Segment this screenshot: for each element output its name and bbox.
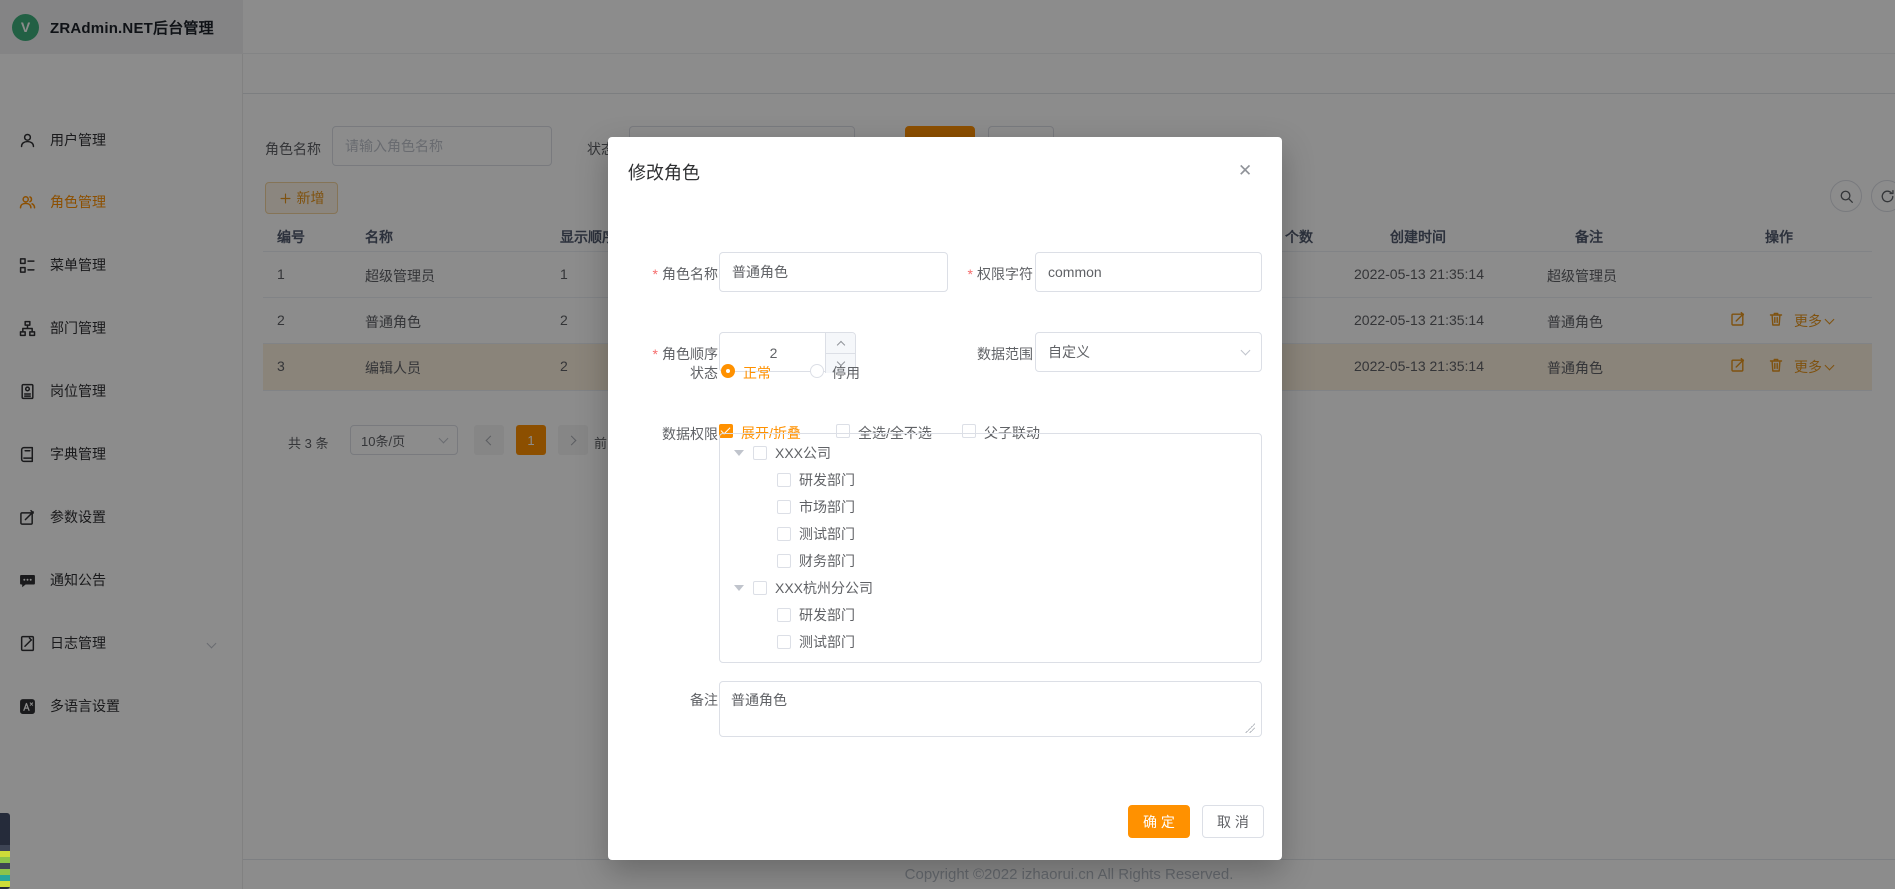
tree-node-label: XXX公司 (775, 443, 831, 463)
tree-node-label: 研发部门 (799, 470, 855, 490)
tree-node-label: 市场部门 (799, 497, 855, 517)
role-name-input[interactable]: 普通角色 (719, 252, 948, 292)
tree-checkbox[interactable] (777, 473, 791, 487)
dev-widget (0, 813, 10, 889)
tree-caret-down-icon[interactable] (734, 585, 744, 591)
tree-node-label: 测试部门 (799, 524, 855, 544)
dialog-close-icon[interactable]: ✕ (1238, 161, 1252, 181)
select-value: 自定义 (1048, 342, 1090, 362)
stepper-up-button[interactable] (825, 333, 855, 353)
role-name-label: 角色名称 (628, 264, 718, 284)
department-tree: XXX公司 研发部门 市场部门 测试部门 财务部门 XXX杭州分公司 (719, 433, 1262, 663)
textarea-resize-grip[interactable] (1245, 723, 1255, 733)
tree-node-company[interactable]: XXX杭州分公司 (720, 574, 1261, 601)
chevron-up-icon (836, 340, 844, 348)
data-perm-label: 数据权限 (628, 424, 718, 444)
tree-checkbox[interactable] (777, 635, 791, 649)
tree-node-label: 测试部门 (799, 632, 855, 652)
perm-char-input[interactable]: common (1035, 252, 1262, 292)
tree-checkbox[interactable] (777, 500, 791, 514)
chevron-down-icon (1241, 346, 1251, 356)
tree-checkbox[interactable] (753, 581, 767, 595)
tree-node-label: XXX杭州分公司 (775, 578, 873, 598)
tree-node-company[interactable]: XXX公司 (720, 439, 1261, 466)
data-scope-select[interactable]: 自定义 (1035, 332, 1262, 372)
cancel-button[interactable]: 取 消 (1202, 805, 1264, 838)
status-option-disabled[interactable]: 停用 (832, 363, 860, 383)
status-label: 状态 (628, 363, 718, 383)
tree-checkbox[interactable] (777, 527, 791, 541)
tree-node-dept[interactable]: 研发部门 (720, 466, 1261, 493)
edit-role-dialog: 修改角色 ✕ 角色名称 普通角色 权限字符 common 角色顺序 2 数据范围… (608, 137, 1282, 860)
confirm-button[interactable]: 确 定 (1128, 805, 1190, 838)
tree-checkbox[interactable] (777, 608, 791, 622)
tree-node-label: 研发部门 (799, 605, 855, 625)
tree-checkbox[interactable] (777, 554, 791, 568)
remark-textarea[interactable]: 普通角色 (719, 681, 1262, 737)
data-scope-label: 数据范围 (953, 344, 1033, 364)
status-radio-disabled[interactable] (810, 364, 824, 378)
input-value: common (1048, 264, 1102, 280)
perm-char-label: 权限字符 (953, 264, 1033, 284)
remark-label: 备注 (628, 690, 718, 710)
tree-caret-down-icon[interactable] (734, 450, 744, 456)
tree-node-label: 财务部门 (799, 551, 855, 571)
tree-node-dept[interactable]: 测试部门 (720, 520, 1261, 547)
tree-checkbox[interactable] (753, 446, 767, 460)
tree-node-dept[interactable]: 研发部门 (720, 601, 1261, 628)
tree-node-dept[interactable]: 财务部门 (720, 547, 1261, 574)
app-window: V ZRAdmin.NET后台管理 控制台 系统管理 系统监控 系统工具 官网地… (0, 0, 1895, 889)
tree-node-dept[interactable]: 测试部门 (720, 628, 1261, 655)
role-order-label: 角色顺序 (628, 344, 718, 364)
dialog-title: 修改角色 (628, 159, 700, 185)
status-option-normal[interactable]: 正常 (743, 363, 771, 383)
tree-node-dept[interactable]: 市场部门 (720, 493, 1261, 520)
status-radio-normal[interactable] (721, 364, 735, 378)
input-value: 普通角色 (732, 262, 788, 282)
